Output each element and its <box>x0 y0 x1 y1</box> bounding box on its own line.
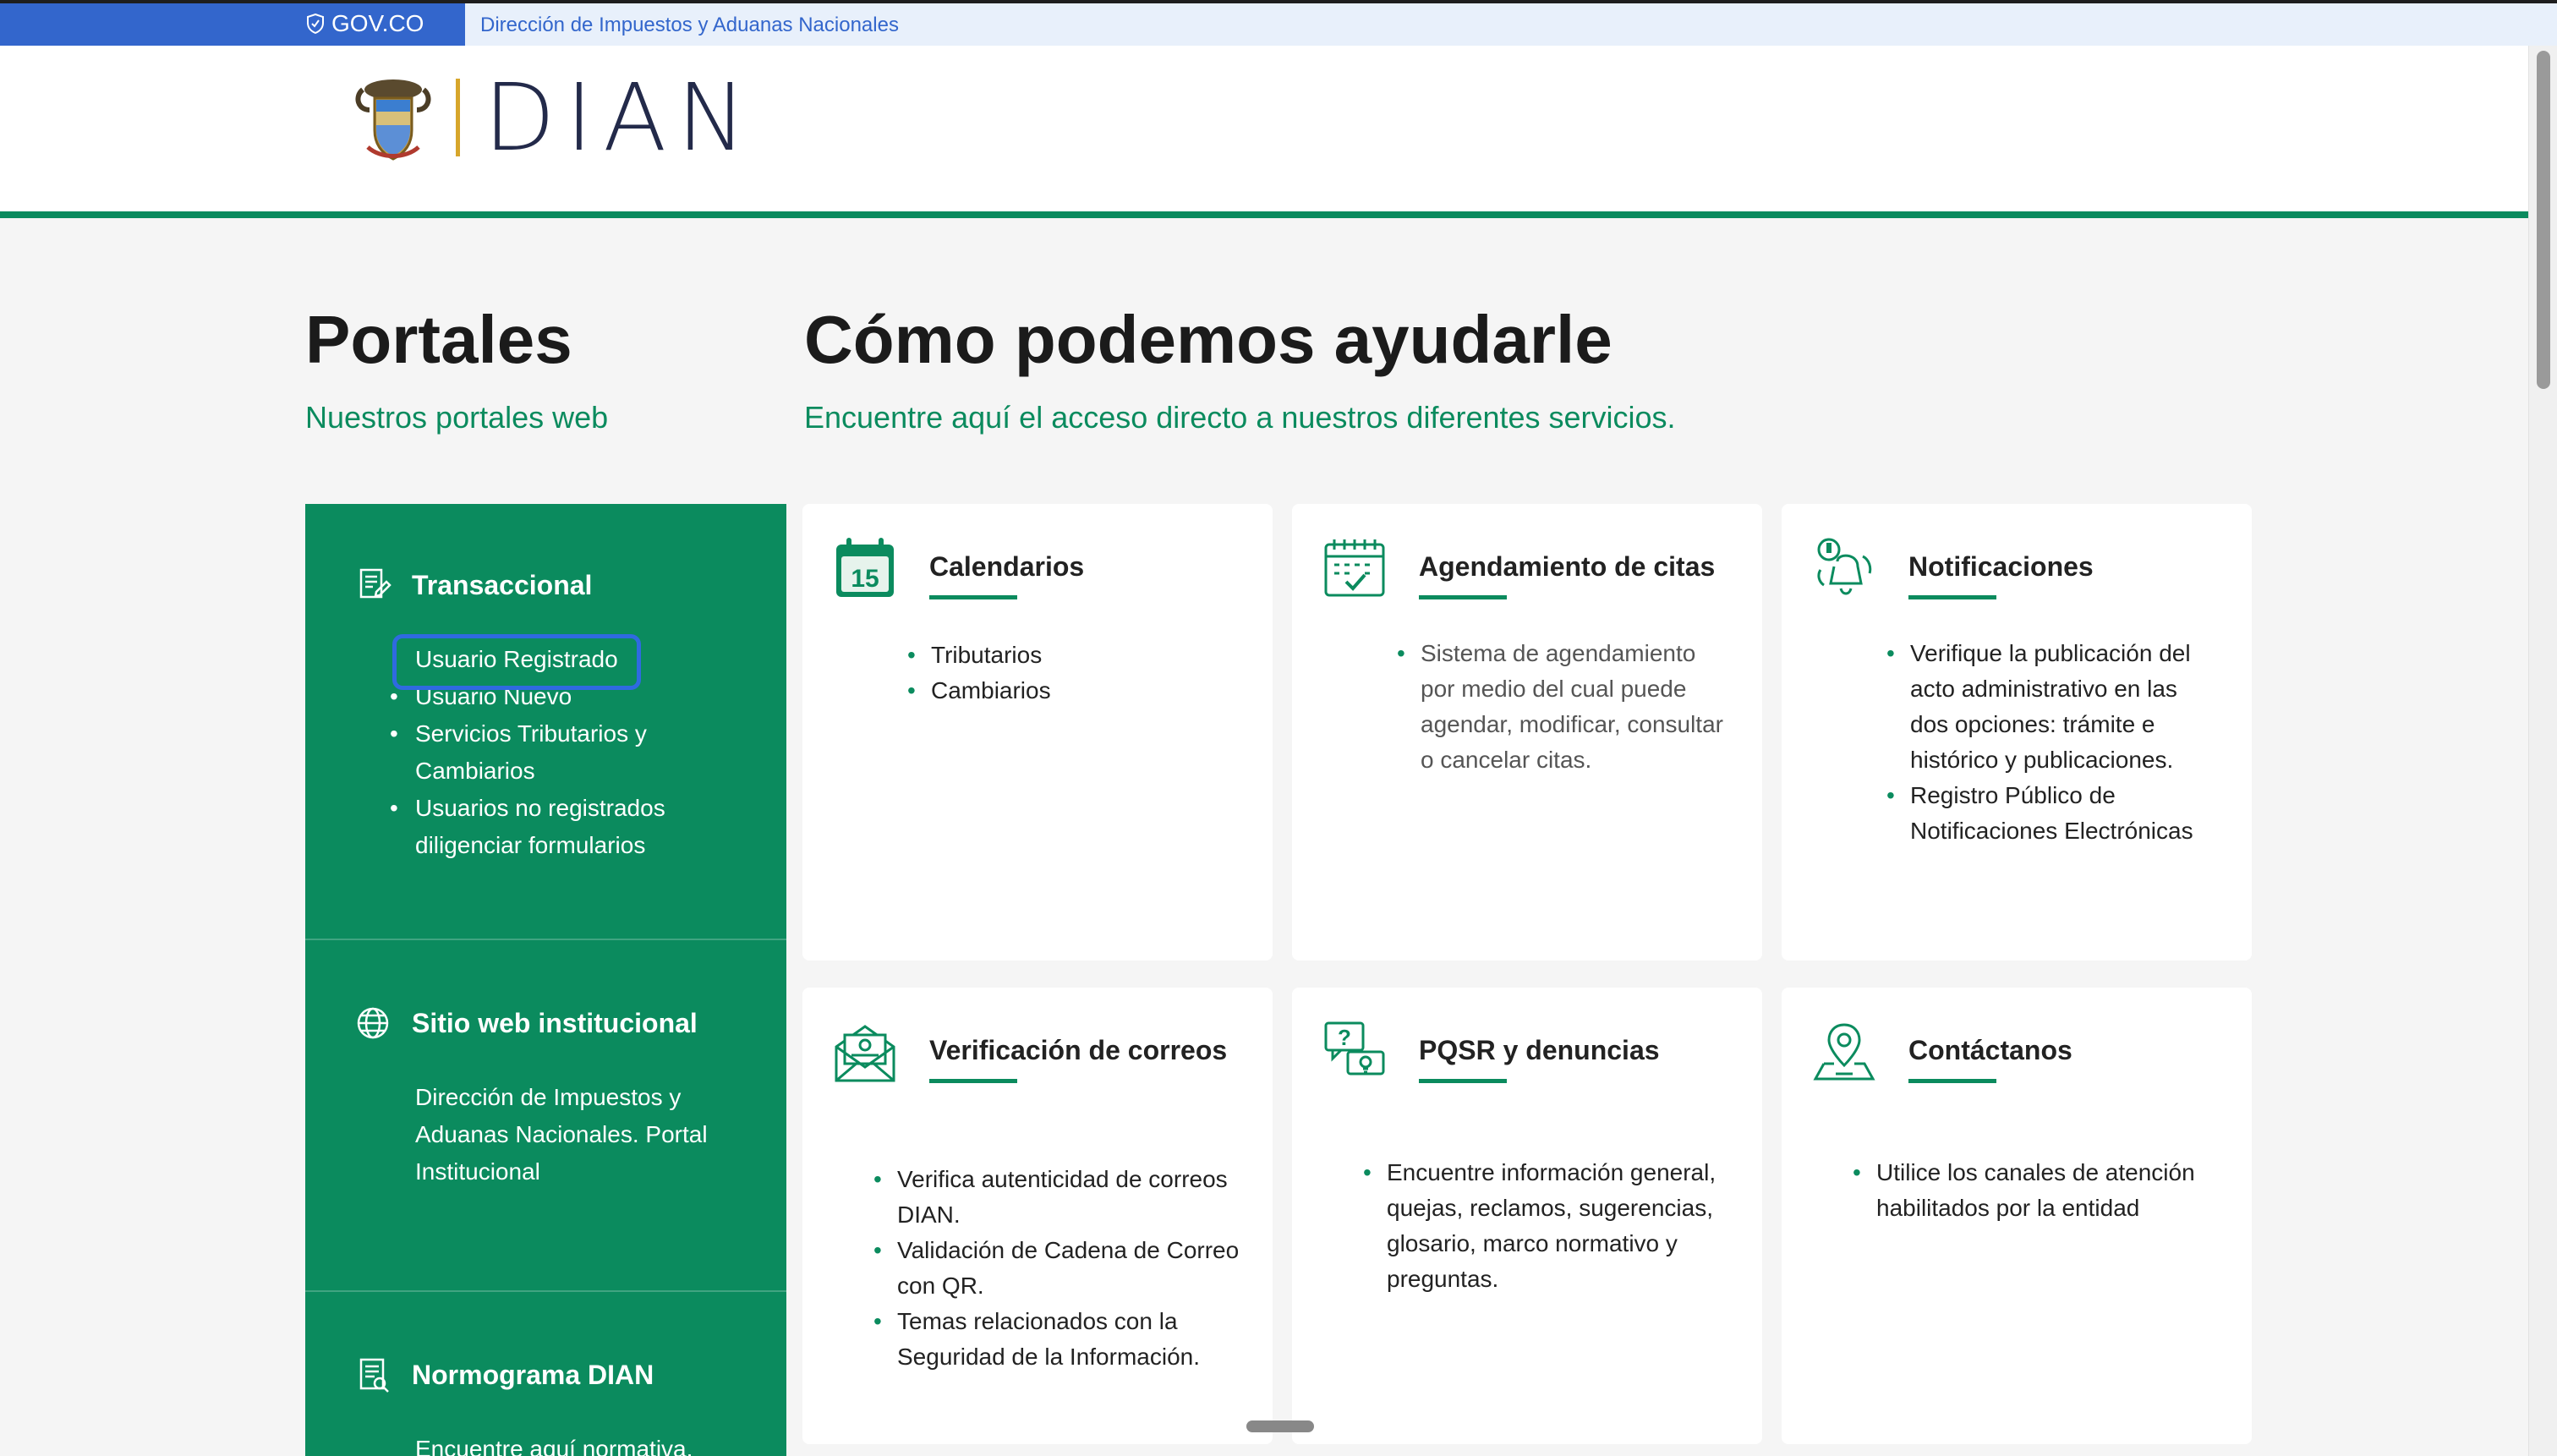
card-pqsr-list: Encuentre información general, quejas, r… <box>1363 1155 1716 1297</box>
card-agendamiento[interactable]: Agendamiento de citas Sistema de agendam… <box>1292 504 1762 961</box>
focus-highlight-usuario-registrado <box>392 634 641 690</box>
chat-question-icon: ? <box>1324 1021 1385 1076</box>
calendar-15-icon: 15 <box>836 538 894 597</box>
ayuda-subtitle: Encuentre aquí el acceso directo a nuest… <box>804 400 1676 435</box>
portal-sitio-web-desc[interactable]: Dirección de Impuestos y Aduanas Naciona… <box>415 1079 708 1191</box>
card-pqsr[interactable]: ? PQSR y denuncias Encuentre información… <box>1292 988 1762 1444</box>
card-notificaciones-title: Notificaciones <box>1908 551 2094 582</box>
globe-icon <box>357 1007 389 1039</box>
list-item-cont[interactable]: preguntas. <box>1387 1262 1716 1297</box>
title-underline <box>1419 1079 1507 1083</box>
list-item[interactable]: Validación de Cadena de Correo <box>873 1233 1239 1268</box>
calendar-check-icon <box>1324 539 1385 597</box>
list-item-cont[interactable]: glosario, marco normativo y <box>1387 1226 1716 1262</box>
list-item-cont[interactable]: o cancelar citas. <box>1421 742 1723 778</box>
list-item-cont[interactable]: quejas, reclamos, sugerencias, <box>1387 1191 1716 1226</box>
svg-text:15: 15 <box>851 565 879 593</box>
portal-sitio-web-header[interactable]: Sitio web institucional <box>354 1004 698 1042</box>
card-notificaciones[interactable]: Notificaciones Verifique la publicación … <box>1782 504 2252 961</box>
portal-normograma-line: Encuentre aquí normativa, <box>415 1436 693 1456</box>
bell-notification-icon <box>1817 538 1872 595</box>
portal-transaccional-header[interactable]: Transaccional <box>354 567 592 604</box>
portal-divider <box>305 939 786 940</box>
list-item[interactable]: Verifica autenticidad de correos <box>873 1162 1239 1197</box>
card-pqsr-title: PQSR y denuncias <box>1419 1035 1660 1065</box>
list-item-cont[interactable]: Seguridad de la Información. <box>897 1339 1239 1375</box>
card-agendamiento-list: Sistema de agendamiento por medio del cu… <box>1397 636 1723 778</box>
scroll-indicator[interactable] <box>1246 1420 1314 1432</box>
logo-separator <box>456 79 460 156</box>
link-servicios-tributarios-cont[interactable]: Cambiarios <box>415 753 665 790</box>
portales-subtitle: Nuestros portales web <box>305 400 609 435</box>
card-verificacion-list: Verifica autenticidad de correos DIAN. V… <box>873 1162 1239 1375</box>
card-calendarios-title: Calendarios <box>929 551 1085 582</box>
svg-text:?: ? <box>1338 1025 1351 1050</box>
gov-bar: GOV.CO Dirección de Impuestos y Aduanas … <box>0 0 2557 46</box>
list-item-cont[interactable]: acto administrativo en las <box>1910 671 2193 707</box>
gov-logo[interactable]: GOV.CO <box>0 3 465 46</box>
location-pin-icon <box>1813 1023 1875 1081</box>
list-item[interactable]: Encuentre información general, <box>1363 1155 1716 1191</box>
card-contactanos[interactable]: Contáctanos Utilice los canales de atenc… <box>1782 988 2252 1444</box>
title-underline <box>929 1079 1017 1083</box>
shield-icon <box>307 14 324 34</box>
portal-sitio-web-title: Sitio web institucional <box>412 1007 698 1038</box>
portal-sitio-web-line: Institucional <box>415 1158 540 1185</box>
coat-of-arms-icon <box>355 79 431 161</box>
portal-normograma-header[interactable]: Normograma DIAN <box>354 1356 654 1393</box>
card-calendarios-list: Tributarios Cambiarios <box>907 638 1051 709</box>
card-contactanos-list: Utilice los canales de atención habilita… <box>1853 1155 2195 1226</box>
list-item-cont[interactable]: histórico y publicaciones. <box>1910 742 2193 778</box>
list-item[interactable]: Tributarios <box>907 638 1051 673</box>
portal-divider <box>305 1290 786 1292</box>
list-item[interactable]: Temas relacionados con la <box>873 1304 1239 1339</box>
list-item-cont[interactable]: agendar, modificar, consultar <box>1421 707 1723 742</box>
dian-logo[interactable]: DIAN <box>351 71 757 164</box>
portal-normograma-title: Normograma DIAN <box>412 1359 654 1390</box>
dian-wordmark: DIAN <box>484 63 757 172</box>
mail-verify-icon <box>835 1025 895 1082</box>
document-form-icon <box>359 568 391 599</box>
card-notificaciones-list: Verifique la publicación del acto admini… <box>1886 636 2193 849</box>
site-header: DIAN <box>0 46 2528 218</box>
list-item[interactable]: Sistema de agendamiento <box>1397 636 1723 671</box>
title-underline <box>1419 595 1507 599</box>
list-item-cont[interactable]: por medio del cual puede <box>1421 671 1723 707</box>
card-calendarios[interactable]: 15 Calendarios Tributarios Cambiarios <box>802 504 1273 961</box>
legal-document-icon <box>359 1358 389 1393</box>
list-item[interactable]: Cambiarios <box>907 673 1051 709</box>
list-item[interactable]: Registro Público de <box>1886 778 2193 813</box>
title-underline <box>1908 595 1996 599</box>
title-underline <box>929 595 1017 599</box>
link-usuarios-no-registrados-cont[interactable]: diligenciar formularios <box>415 827 665 864</box>
card-verificacion-correos[interactable]: Verificación de correos Verifica autenti… <box>802 988 1273 1444</box>
portal-transaccional-title: Transaccional <box>412 569 593 600</box>
list-item-cont[interactable]: dos opciones: trámite e <box>1910 707 2193 742</box>
title-underline <box>1908 1079 1996 1083</box>
list-item[interactable]: Utilice los canales de atención <box>1853 1155 2195 1191</box>
list-item-cont[interactable]: Notificaciones Electrónicas <box>1910 813 2193 849</box>
link-servicios-tributarios[interactable]: Servicios Tributarios y <box>390 715 665 753</box>
list-item-cont[interactable]: con QR. <box>897 1268 1239 1304</box>
card-contactanos-title: Contáctanos <box>1908 1035 2072 1065</box>
scrollbar-thumb[interactable] <box>2537 51 2550 389</box>
portal-sitio-web-line: Aduanas Nacionales. Portal <box>415 1121 708 1147</box>
card-agendamiento-title: Agendamiento de citas <box>1419 551 1716 582</box>
list-item-cont[interactable]: DIAN. <box>897 1197 1239 1233</box>
portal-normograma-desc[interactable]: Encuentre aquí normativa, <box>415 1431 693 1456</box>
ayuda-title: Cómo podemos ayudarle <box>804 302 1612 377</box>
portal-sitio-web-line: Dirección de Impuestos y <box>415 1084 682 1110</box>
list-item[interactable]: Verifique la publicación del <box>1886 636 2193 671</box>
portales-title: Portales <box>305 302 572 377</box>
gov-agency-link[interactable]: Dirección de Impuestos y Aduanas Naciona… <box>480 14 899 37</box>
card-verificacion-title: Verificación de correos <box>929 1035 1228 1065</box>
gov-brand-text: GOV.CO <box>331 10 424 36</box>
link-usuarios-no-registrados[interactable]: Usuarios no registrados <box>390 790 665 827</box>
list-item-cont[interactable]: habilitados por la entidad <box>1876 1191 2195 1226</box>
